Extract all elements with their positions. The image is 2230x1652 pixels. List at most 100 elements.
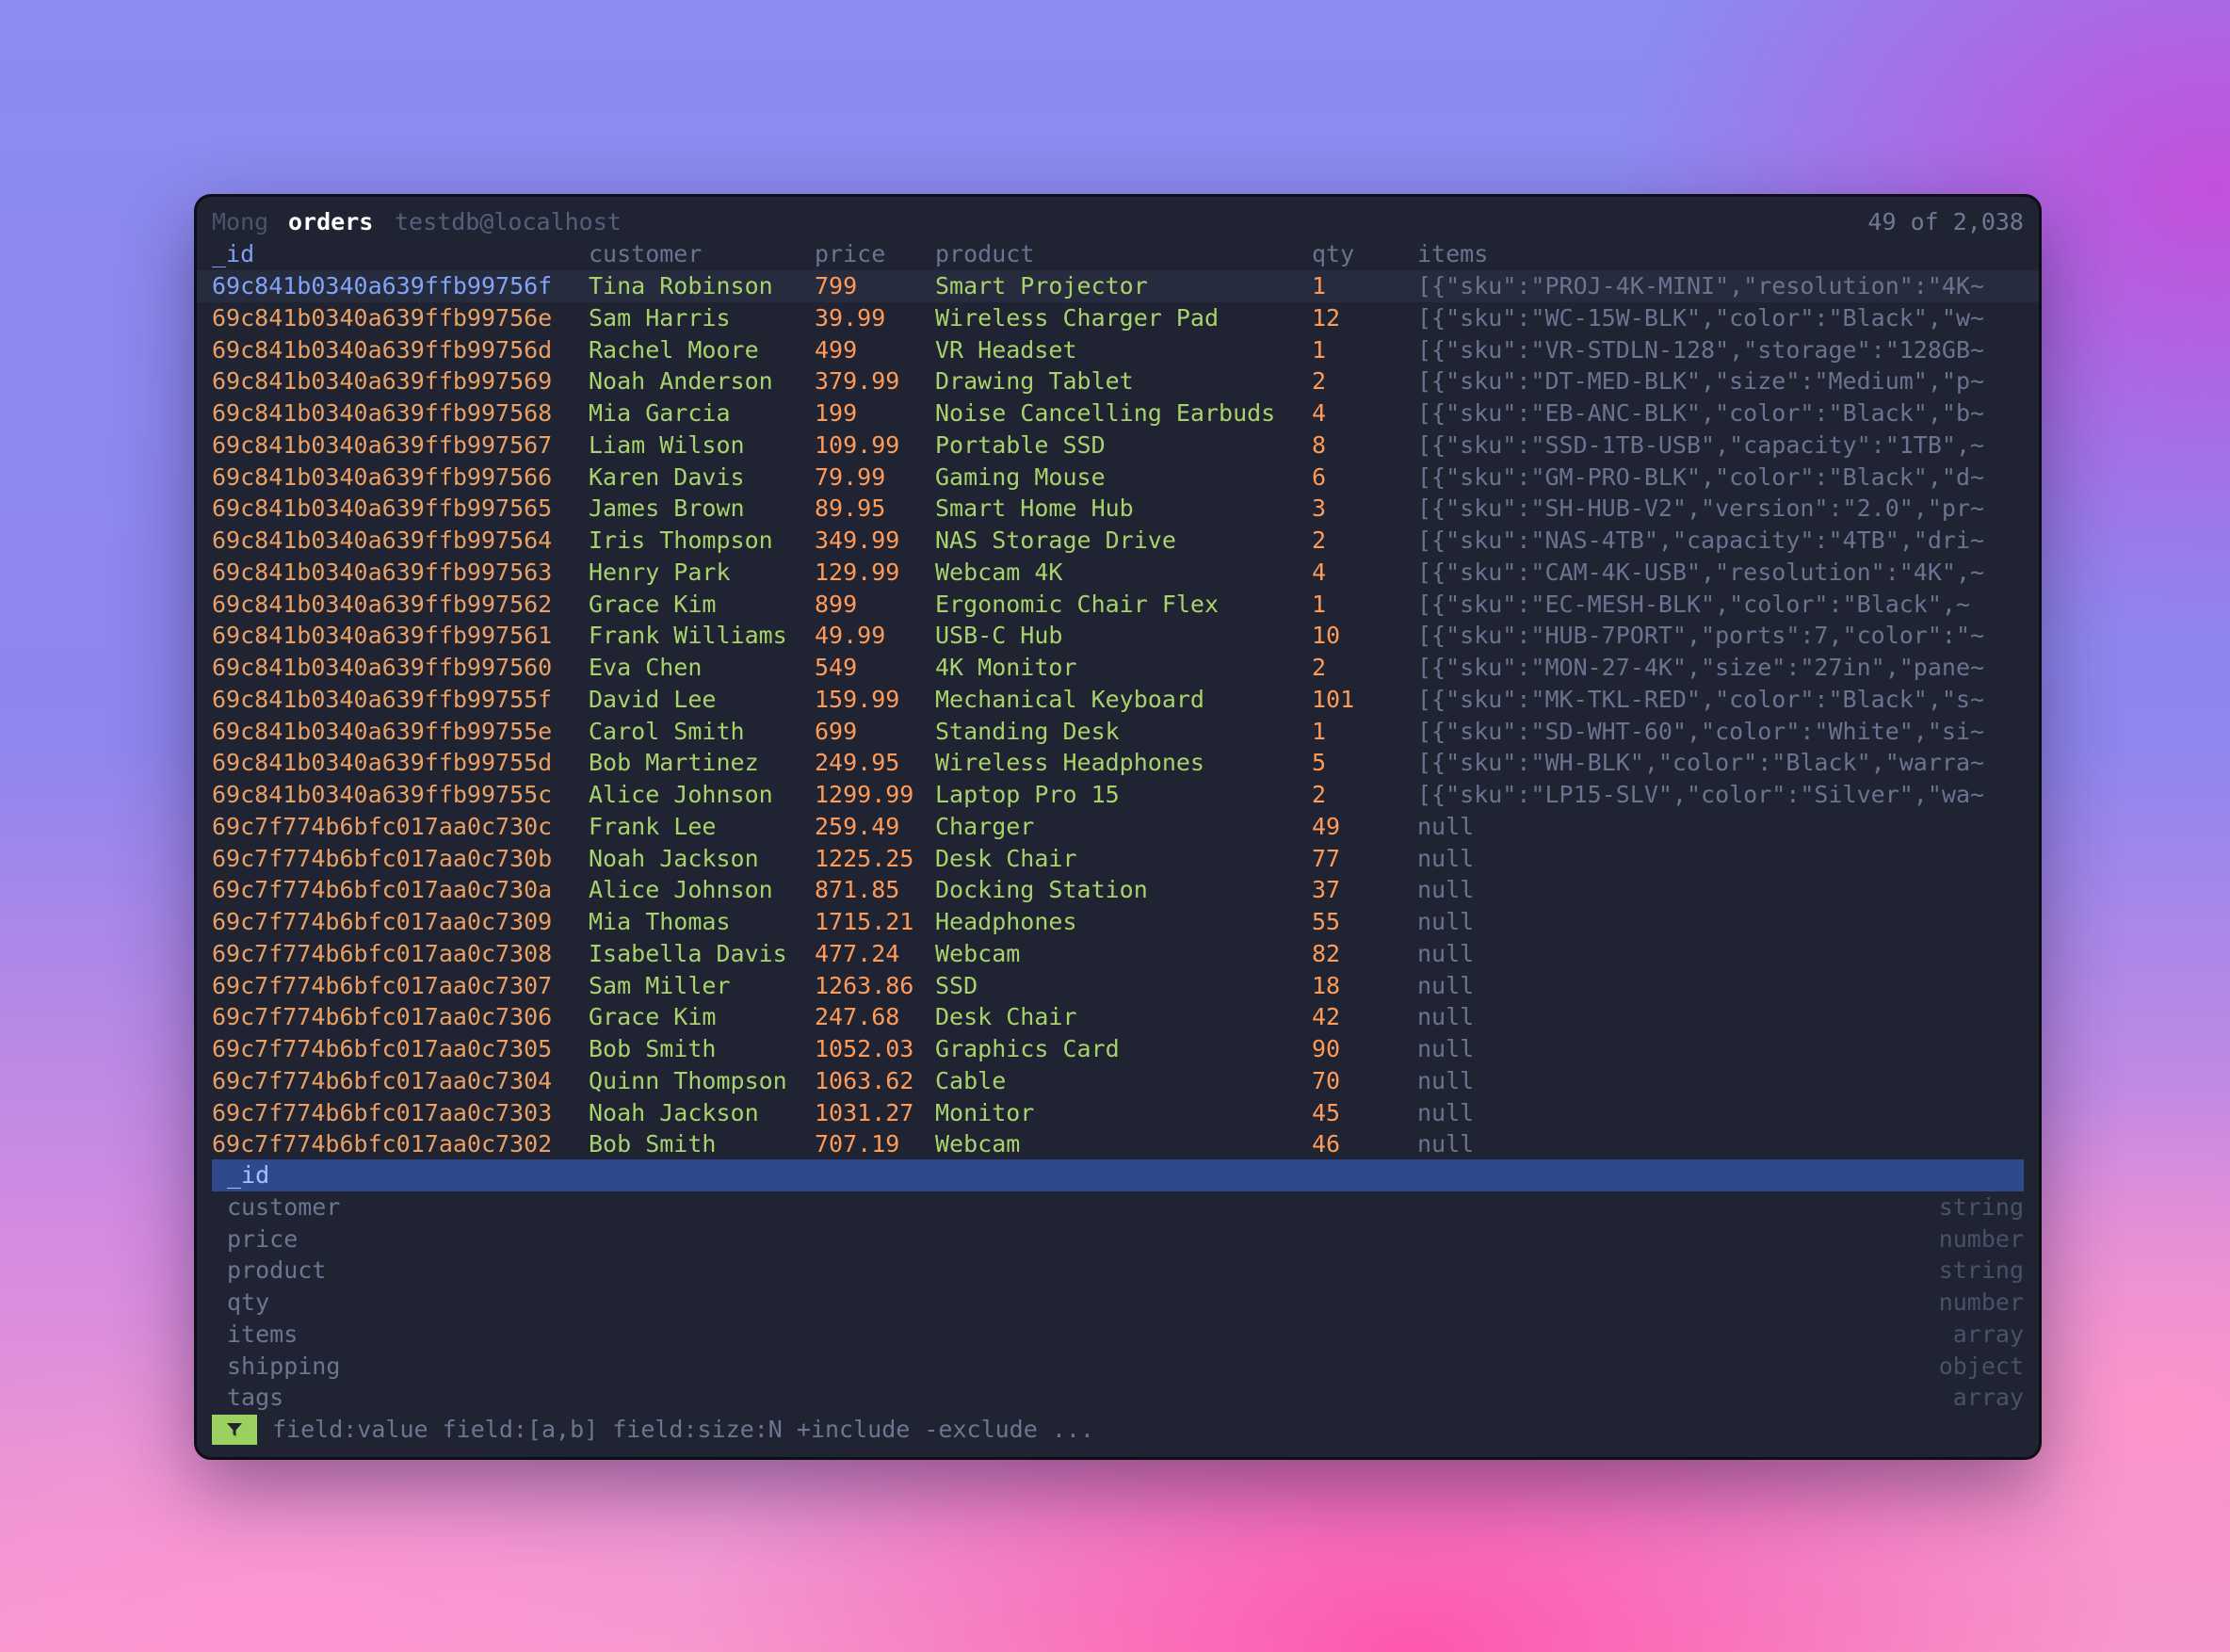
table-row[interactable]: 69c841b0340a639ffb997567 Liam Wilson 109.9… (197, 429, 2039, 462)
table-row[interactable]: 69c841b0340a639ffb997562 Grace Kim 899 Ergo… (197, 589, 2039, 621)
cell-items: [{"sku":"GM-PRO-BLK","color":"Black","d~ (1417, 462, 1985, 491)
cell-product: Cable (935, 1066, 1007, 1094)
field-item-qty[interactable]: qty number (212, 1287, 2024, 1319)
cell-items: [{"sku":"WC-15W-BLK","color":"Black","w~ (1417, 303, 1985, 332)
cell-price: 129.99 (815, 558, 900, 586)
cell-customer: Carol Smith (589, 717, 745, 745)
field-item-customer[interactable]: customer string (212, 1191, 2024, 1223)
cell-customer: Karen Davis (589, 462, 745, 491)
cell-id: 69c7f774b6bfc017aa0c7302 (212, 1130, 553, 1158)
field-item-tags[interactable]: tags array (212, 1382, 2024, 1414)
column-header-price[interactable]: price (815, 238, 928, 270)
field-type: array (1952, 1384, 2024, 1412)
cell-items: [{"sku":"SD-WHT-60","color":"White","si~ (1417, 717, 1985, 745)
table-row[interactable]: 69c841b0340a639ffb997563 Henry Park 129.99… (197, 557, 2039, 589)
cell-qty: 90 (1312, 1035, 1341, 1062)
cell-id: 69c841b0340a639ffb997562 (212, 590, 553, 618)
filter-funnel-icon[interactable] (212, 1415, 257, 1445)
field-item-items[interactable]: items array (212, 1319, 2024, 1351)
table-row[interactable]: 69c7f774b6bfc017aa0c7305 Bob Smith 1052.03… (197, 1033, 2039, 1065)
cell-qty: 1 (1312, 272, 1327, 300)
cell-customer: Eva Chen (589, 654, 703, 681)
table-row[interactable]: 69c7f774b6bfc017aa0c7302 Bob Smith 707.19 W… (197, 1128, 2039, 1160)
cell-items: [{"sku":"VR-STDLN-128","storage":"128GB~ (1417, 335, 1985, 364)
cell-customer: Mia Thomas (589, 908, 731, 935)
cell-qty: 12 (1312, 303, 1341, 332)
cell-items: null (1417, 1130, 1475, 1158)
cell-product: Docking Station (935, 876, 1148, 904)
table-row[interactable]: 69c7f774b6bfc017aa0c7306 Grace Kim 247.68 D… (197, 1001, 2039, 1033)
table-row[interactable]: 69c841b0340a639ffb997564 Iris Thompson 349… (197, 525, 2039, 557)
cell-qty: 70 (1312, 1066, 1341, 1094)
cell-price: 899 (815, 590, 858, 618)
field-item-shipping[interactable]: shipping object (212, 1351, 2024, 1383)
table-row[interactable]: 69c841b0340a639ffb99755e Carol Smith 699 St… (197, 716, 2039, 748)
column-header-id[interactable]: _id (212, 238, 572, 270)
cell-customer: Grace Kim (589, 1003, 717, 1031)
table-row[interactable]: 69c841b0340a639ffb997565 James Brown 89.95… (197, 493, 2039, 525)
table-row[interactable]: 69c841b0340a639ffb99756d Rachel Moore 499 V… (197, 334, 2039, 366)
cell-qty: 101 (1312, 685, 1355, 713)
cell-customer: Quinn Thompson (589, 1066, 787, 1094)
table-row[interactable]: 69c7f774b6bfc017aa0c7308 Isabella Davis 47… (197, 938, 2039, 970)
table-row[interactable]: 69c7f774b6bfc017aa0c730a Alice Johnson 871… (197, 874, 2039, 906)
cell-customer: Grace Kim (589, 590, 717, 618)
field-type: number (1938, 1224, 2024, 1253)
field-name: qty (227, 1288, 270, 1316)
cell-qty: 2 (1312, 367, 1327, 396)
table-row[interactable]: 69c841b0340a639ffb997568 Mia Garcia 199 Noi… (197, 397, 2039, 429)
collection-name[interactable]: orders (288, 206, 373, 238)
cell-id: 69c7f774b6bfc017aa0c7308 (212, 939, 553, 967)
table-row[interactable]: 69c841b0340a639ffb997566 Karen Davis 79.99… (197, 462, 2039, 494)
cell-qty: 2 (1312, 654, 1327, 681)
cell-customer: Iris Thompson (589, 526, 773, 554)
table-row[interactable]: 69c7f774b6bfc017aa0c7304 Quinn Thompson 10… (197, 1065, 2039, 1097)
cell-product: Wireless Headphones (935, 749, 1204, 777)
cell-qty: 2 (1312, 781, 1327, 808)
cell-price: 477.24 (815, 939, 900, 967)
field-item-price[interactable]: price number (212, 1223, 2024, 1255)
field-type: string (1938, 1256, 2024, 1285)
filter-input[interactable]: field:value field:[a,b] field:size:N +in… (272, 1414, 1094, 1446)
table-row[interactable]: 69c7f774b6bfc017aa0c7309 Mia Thomas 1715.2… (197, 906, 2039, 938)
column-header-product[interactable]: product (935, 238, 1304, 270)
field-item-id[interactable]: _id (212, 1159, 2024, 1191)
cell-qty: 37 (1312, 876, 1341, 904)
cell-items: null (1417, 1066, 1475, 1094)
table-row[interactable]: 69c841b0340a639ffb997569 Noah Anderson 379… (197, 365, 2039, 397)
table-row[interactable]: 69c7f774b6bfc017aa0c7307 Sam Miller 1263.8… (197, 970, 2039, 1002)
column-header-customer[interactable]: customer (589, 238, 807, 270)
cell-price: 1052.03 (815, 1035, 914, 1062)
table-row[interactable]: 69c841b0340a639ffb99755c Alice Johnson 129… (197, 779, 2039, 811)
cell-qty: 1 (1312, 590, 1327, 618)
cell-qty: 77 (1312, 844, 1341, 872)
table-row[interactable]: 69c7f774b6bfc017aa0c730c Frank Lee 259.49 C… (197, 811, 2039, 843)
cell-qty: 42 (1312, 1003, 1341, 1031)
cell-items: [{"sku":"HUB-7PORT","ports":7,"color":"~ (1417, 622, 1985, 650)
field-item-product[interactable]: product string (212, 1255, 2024, 1287)
cell-qty: 55 (1312, 908, 1341, 935)
table-row[interactable]: 69c7f774b6bfc017aa0c730b Noah Jackson 1225… (197, 843, 2039, 875)
table-row[interactable]: 69c841b0340a639ffb99756f Tina Robinson 799… (197, 270, 2039, 302)
cell-items: null (1417, 812, 1475, 840)
table-row[interactable]: 69c841b0340a639ffb99755f David Lee 159.99 M… (197, 684, 2039, 716)
cell-product: Desk Chair (935, 1003, 1077, 1031)
table-row[interactable]: 69c841b0340a639ffb99756e Sam Harris 39.99 W… (197, 302, 2039, 334)
cell-product: Portable SSD (935, 430, 1106, 459)
cell-price: 799 (815, 272, 858, 300)
filter-bar[interactable]: field:value field:[a,b] field:size:N +in… (197, 1414, 2039, 1446)
cell-customer: Mia Garcia (589, 399, 731, 427)
cell-customer: Frank Lee (589, 812, 717, 840)
table-row[interactable]: 69c7f774b6bfc017aa0c7303 Noah Jackson 1031… (197, 1097, 2039, 1129)
cell-id: 69c7f774b6bfc017aa0c7307 (212, 971, 553, 999)
column-header-items[interactable]: items (1417, 238, 2016, 270)
cell-items: null (1417, 939, 1475, 967)
table-row[interactable]: 69c841b0340a639ffb997561 Frank Williams 49… (197, 620, 2039, 652)
app-name: Mong (212, 208, 269, 235)
cell-items: [{"sku":"CAM-4K-USB","resolution":"4K",~ (1417, 558, 1985, 586)
cell-id: 69c841b0340a639ffb997565 (212, 494, 553, 523)
title-bar: Mong orders testdb@localhost 49 of 2,038 (197, 206, 2039, 238)
column-header-qty[interactable]: qty (1312, 238, 1406, 270)
table-row[interactable]: 69c841b0340a639ffb99755d Bob Martinez 249.… (197, 747, 2039, 779)
table-row[interactable]: 69c841b0340a639ffb997560 Eva Chen 549 4K Mo… (197, 652, 2039, 684)
